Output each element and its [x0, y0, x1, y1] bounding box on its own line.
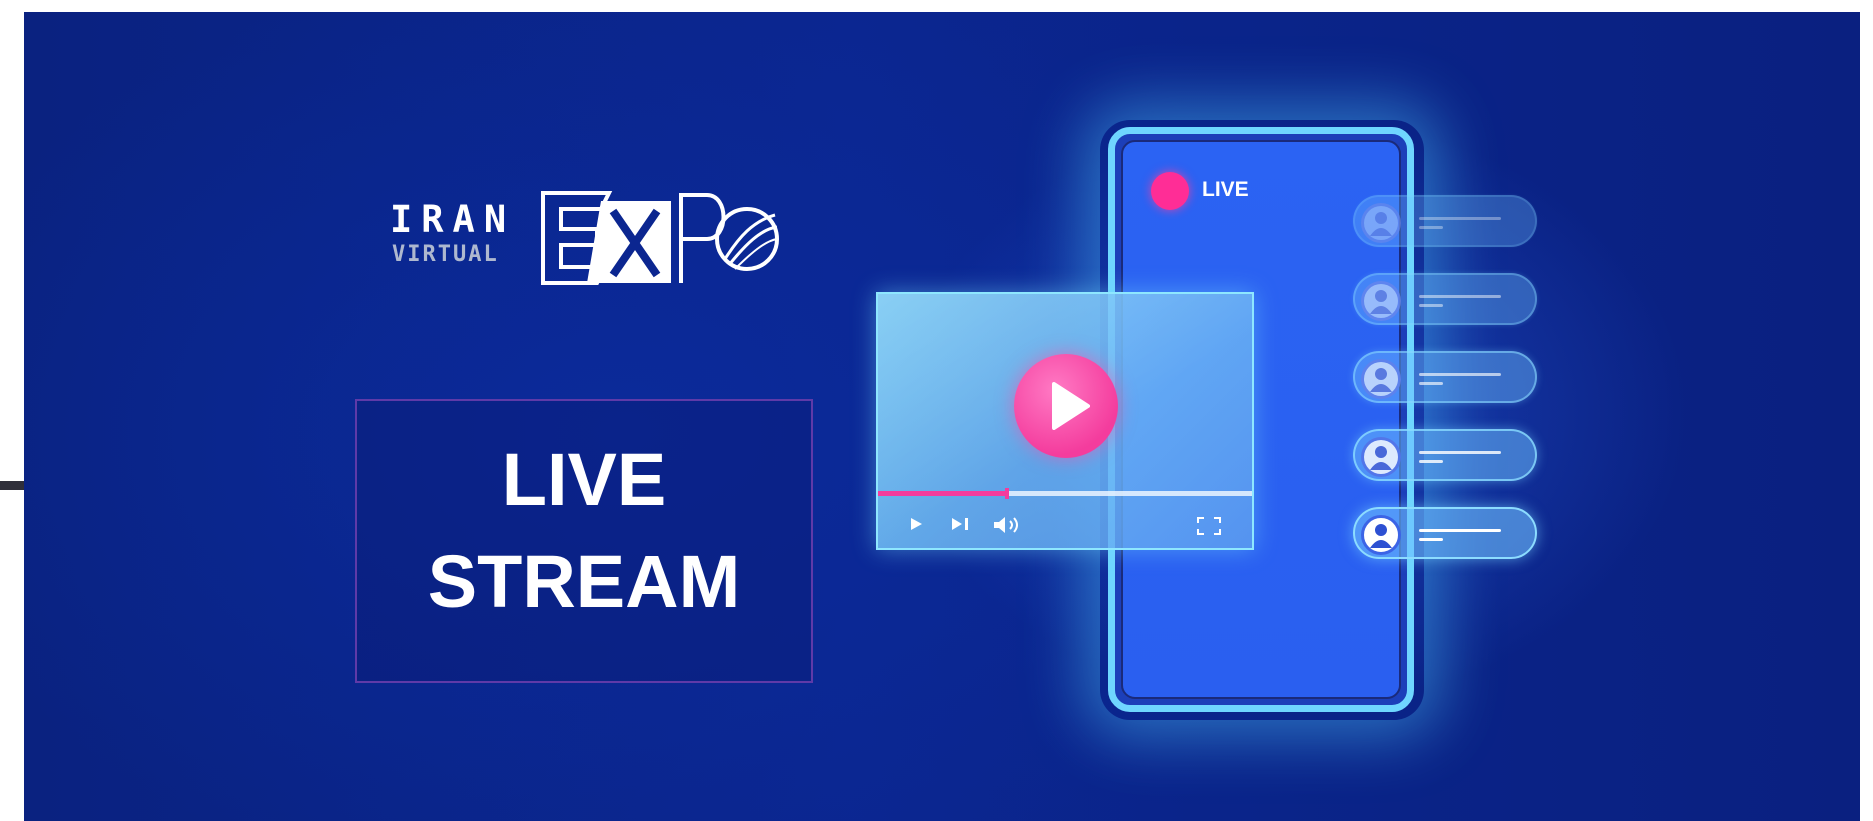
comment-bubble: [1353, 273, 1537, 325]
headline-line-1: LIVE: [501, 438, 667, 521]
player-controls: [878, 498, 1252, 548]
logo-expo-mark: [541, 191, 779, 285]
comment-bubble: [1353, 195, 1537, 247]
comment-text-placeholder: [1419, 373, 1501, 376]
comment-text-placeholder: [1419, 538, 1443, 541]
video-player[interactable]: [876, 292, 1254, 550]
iran-virtual-expo-logo: IRAN VIRTUAL: [364, 187, 779, 289]
comment-text-placeholder: [1419, 226, 1443, 229]
skip-next-icon[interactable]: [950, 516, 972, 532]
comment-bubble: [1353, 429, 1537, 481]
comment-text-placeholder: [1419, 382, 1443, 385]
volume-icon[interactable]: [992, 516, 1022, 534]
headline-box: LIVE STREAM: [355, 399, 813, 683]
user-avatar-icon: [1361, 515, 1401, 555]
logo-iran-text: IRAN: [390, 198, 516, 241]
live-indicator-label: LIVE: [1202, 178, 1249, 201]
user-avatar-icon: [1361, 437, 1401, 477]
comment-text-placeholder: [1419, 529, 1501, 532]
comment-bubble: [1353, 351, 1537, 403]
comment-text-placeholder: [1419, 460, 1443, 463]
headline-line-2: STREAM: [427, 540, 741, 623]
live-indicator-dot: [1151, 172, 1189, 210]
play-button[interactable]: [1014, 354, 1118, 458]
fullscreen-icon[interactable]: [1196, 516, 1222, 536]
user-avatar-icon: [1361, 359, 1401, 399]
progress-bar[interactable]: [878, 488, 1252, 499]
comment-text-placeholder: [1419, 217, 1501, 220]
comment-text-placeholder: [1419, 304, 1443, 307]
comment-text-placeholder: [1419, 295, 1501, 298]
comment-text-placeholder: [1419, 451, 1501, 454]
comment-bubble: [1353, 507, 1537, 559]
user-avatar-icon: [1361, 281, 1401, 321]
progress-fill: [878, 491, 1006, 496]
logo-virtual-text: VIRTUAL: [392, 242, 499, 267]
play-icon[interactable]: [908, 516, 924, 532]
user-avatar-icon: [1361, 203, 1401, 243]
edge-marker: [0, 481, 24, 490]
play-icon: [1052, 382, 1090, 430]
